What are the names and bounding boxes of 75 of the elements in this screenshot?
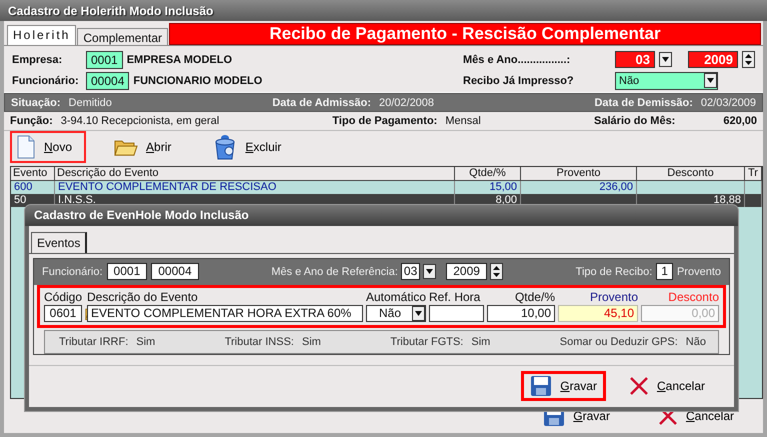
select-field[interactable]: Não xyxy=(366,304,426,322)
flag-label: Tributar IRRF: xyxy=(59,336,128,348)
dialog-button[interactable]: Cancelar xyxy=(620,371,714,402)
dialog-title: Cadastro de EvenHole Modo Inclusão xyxy=(25,205,738,226)
input-field[interactable]: 45,10 xyxy=(558,304,638,322)
status-label: Situação: xyxy=(11,96,61,108)
column-header: Provento xyxy=(521,167,637,181)
column-header: Tr xyxy=(745,167,762,181)
month-field[interactable]: 03 xyxy=(400,263,420,280)
tab[interactable]: Eventos xyxy=(31,232,88,253)
receipt-banner: Recibo de Pagamento - Rescisão Complementar xyxy=(169,23,761,45)
code-field[interactable]: 0001 xyxy=(86,50,123,68)
spinner-arrows-icon[interactable] xyxy=(490,263,503,280)
code-field[interactable]: 00004 xyxy=(86,72,130,90)
status-value: Demitido xyxy=(68,96,112,108)
type-name: Provento xyxy=(676,266,721,278)
field-label: Desconto xyxy=(667,290,719,305)
tab[interactable]: Holerith xyxy=(7,25,76,45)
column-header: Desconto xyxy=(637,167,745,181)
code-field[interactable]: 0001 xyxy=(106,263,148,280)
flag-value: Sim xyxy=(471,336,490,348)
field-label: Provento xyxy=(588,290,638,305)
trash-bin-icon xyxy=(213,134,238,160)
name-text: EMPRESA MODELO xyxy=(126,54,232,66)
info-value: Mensal xyxy=(445,115,481,127)
code-field[interactable]: 0601 xyxy=(44,304,82,322)
flag-value: Não xyxy=(686,336,706,348)
field-label: Empresa: xyxy=(12,54,64,66)
field-label: Ref. Hora xyxy=(429,290,482,305)
year-field[interactable]: 2009 xyxy=(446,263,487,280)
flag-value: Sim xyxy=(302,336,321,348)
status-value: 02/03/2009 xyxy=(700,96,756,108)
document-icon xyxy=(16,135,36,159)
flag-label: Somar ou Deduzir GPS: xyxy=(560,336,678,348)
window-title: Cadastro de Holerith Modo Inclusão xyxy=(0,0,767,21)
dialog-button[interactable]: Gravar xyxy=(521,371,606,402)
column-header: Evento xyxy=(11,167,55,181)
month-field[interactable]: 03 xyxy=(615,51,655,68)
info-label: Tipo de Pagamento: xyxy=(332,115,438,127)
column-header: Qtde/% xyxy=(455,167,521,181)
status-label: Data de Demissão: xyxy=(594,96,693,108)
field-label: Mês e Ano................: xyxy=(463,54,572,66)
flag-value: Sim xyxy=(136,336,156,348)
spinner-arrows-icon[interactable] xyxy=(742,51,755,68)
field-label: Funcionário: xyxy=(12,74,80,86)
field-label: Descrição do Evento xyxy=(87,290,199,305)
field-label: Qtde/% xyxy=(514,290,555,305)
info-label: Função: xyxy=(10,115,53,127)
field-label: Código xyxy=(44,290,84,305)
code-field[interactable]: 1 xyxy=(656,263,673,280)
name-text: FUNCIONARIO MODELO xyxy=(133,74,262,86)
toolbar-button[interactable]: Novo xyxy=(10,131,86,163)
input-field[interactable]: 10,00 xyxy=(487,304,555,322)
info-value: 3-94.10 Recepcionista, em geral xyxy=(60,115,220,127)
code-field[interactable]: 00004 xyxy=(151,263,199,280)
close-icon xyxy=(628,376,649,396)
select-field[interactable]: Não xyxy=(615,72,718,90)
flag-label: Tributar INSS: xyxy=(224,336,294,348)
year-field[interactable]: 2009 xyxy=(688,51,738,68)
toolbar-button[interactable]: Abrir xyxy=(108,131,186,163)
tab[interactable]: Complementar xyxy=(77,28,168,45)
column-header: Descrição do Evento xyxy=(55,167,455,181)
info-value: 620,00 xyxy=(723,115,757,127)
field-label: Tipo de Recibo: xyxy=(576,266,652,278)
status-value: 20/02/2008 xyxy=(378,96,434,108)
info-label: Salário do Mês: xyxy=(594,115,676,127)
flag-label: Tributar FGTS: xyxy=(390,336,464,348)
input-field[interactable]: EVENTO COMPLEMENTAR HORA EXTRA 60% xyxy=(87,304,363,322)
input-field[interactable] xyxy=(429,304,484,322)
field-label: Recibo Já Impresso? xyxy=(463,74,575,86)
field-label: Funcionário: xyxy=(42,266,103,278)
field-label: Automático xyxy=(366,290,426,305)
toolbar-button[interactable]: Excluir xyxy=(207,131,296,163)
field-label: Mês e Ano de Referência: xyxy=(271,266,398,278)
status-label: Data de Admissão: xyxy=(272,96,371,108)
